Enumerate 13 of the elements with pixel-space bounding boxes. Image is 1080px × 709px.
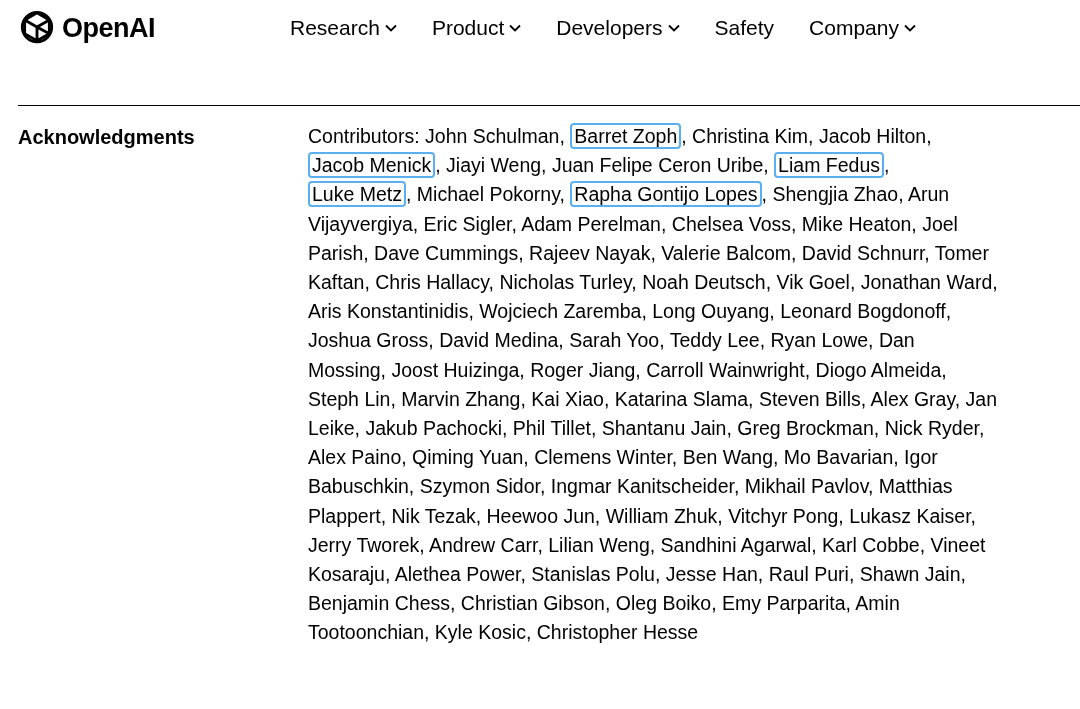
nav-link[interactable]: Company: [809, 16, 916, 40]
contributors-paragraph: Contributors: John Schulman, Barret Zoph , Christina Kim, Jacob Hilton, Jacob Menick , Jiayi Weng, Juan Felipe Ceron Uribe, Liam Fedus , Luke Metz , Michael Pokorny, Rapha Gontijo Lopes , Shengjia Zhao, Arun Vijayvergiya, Eric Sigler, Adam Perelman, Chelsea Voss, Mike Heaton, Joel Parish, Dave Cummings, Rajeev Nayak, Valerie Balcom, David Schnurr, Tomer Kaftan, Chris Hallacy, Nicholas Turley, Noah Deutsch, Vik Goel, Jonathan Ward, Aris Konstantinidis, Wojciech Zaremba, Long Ouyang, Leonard Bogdonoff, Joshua Gross, David Medina, Sarah Yoo, Teddy Lee, Ryan Lowe, Dan Mossing, Joost Huizinga, Roger Jiang, Carroll Wainwright, Diogo Almeida, Steph Lin, Marvin Zhang, Kai Xiao, Katarina Slama, Steven Bills, Alex Gray, Jan Leike, Jakub Pachocki, Phil Tillet, Shantanu Jain, Greg Brockman, Nick Ryder, Alex Paino, Qiming Yuan, Clemens Winter, Ben Wang, Mo Bavarian, Igor Babuschkin, Szymon Sidor, Ingmar Kanitscheider, Mikhail Pavlov, Matthias Plappert, Nik Tezak, Heewoo Jun, William Zhuk, Vitchyr Pong, Lukasz Kaiser, Jerry Tworek, Andrew Carr, Lilian Weng, Sandhini Agarwal, Karl Cobbe, Vineet Kosaraju, Alethea Power, Stanislas Polu, Jesse Han, Raul Puri, Shawn Jain, Benjamin Chess, Christian Gibson, Oleg Boiko, Emy Parparita, Amin Tootoonchian, Kyle Kosic, Christopher Hesse: [308, 122, 998, 646]
nav-link[interactable]: Developers: [556, 16, 680, 40]
nav-link[interactable]: Safety: [714, 16, 775, 40]
highlighted-name: Luke Metz: [308, 181, 406, 208]
logo-wordmark[interactable]: OpenAI: [62, 12, 155, 44]
highlighted-name: Jacob Menick: [308, 152, 436, 179]
nav-link[interactable]: Research: [290, 16, 397, 40]
section-heading: Acknowledgments: [18, 126, 196, 150]
highlighted-name: Rapha Gontijo Lopes: [570, 181, 762, 208]
highlighted-name: Barret Zoph: [570, 123, 682, 149]
highlighted-name: Liam Fedus: [774, 152, 884, 179]
nav-link[interactable]: Product: [431, 16, 522, 40]
